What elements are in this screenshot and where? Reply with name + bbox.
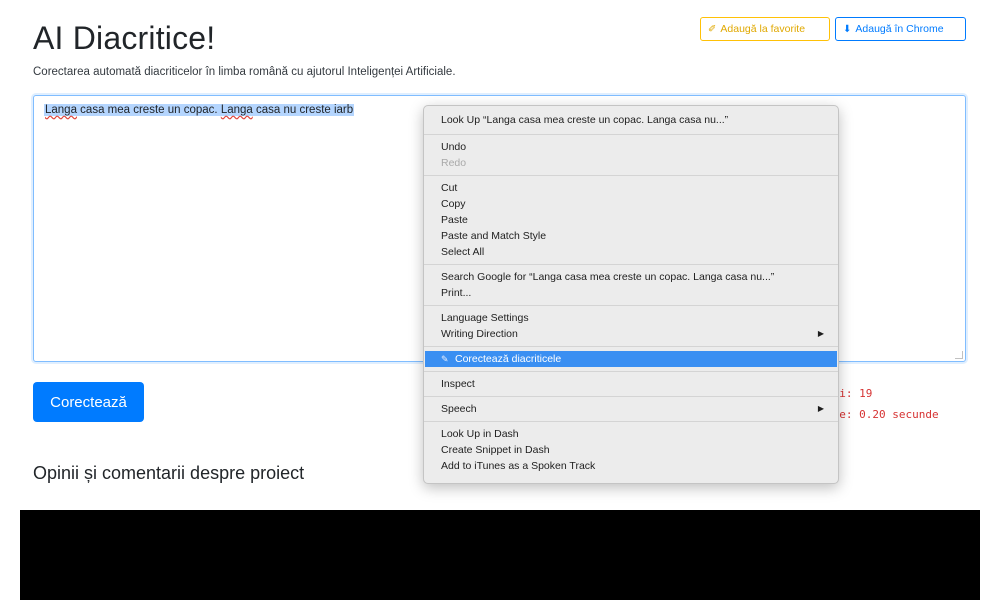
resize-handle-icon[interactable] — [955, 351, 963, 359]
page-title: AI Diacritice! — [33, 20, 216, 56]
add-favorite-button[interactable]: ✐ Adaugă la favorite — [700, 17, 830, 41]
download-icon: ⬇ — [843, 23, 852, 35]
menu-item-label-wrap: ✎ Corectează diacriticele — [441, 351, 561, 367]
menu-item-inspect[interactable]: Inspect — [424, 376, 838, 392]
menu-separator — [424, 175, 838, 176]
menu-item-label: Look Up in Dash — [441, 428, 519, 440]
submenu-arrow-icon: ▶ — [817, 404, 824, 413]
misspelled-word: Langa — [220, 104, 253, 116]
menu-separator — [424, 305, 838, 306]
menu-item-label: Create Snippet in Dash — [441, 444, 550, 456]
menu-item-label: Redo — [441, 157, 467, 169]
editor-text-segment: casa mea creste un copac. — [76, 104, 221, 116]
menu-item-undo[interactable]: Undo — [424, 139, 838, 155]
menu-item-label: Speech — [441, 403, 477, 415]
menu-item-label: Cut — [441, 182, 458, 194]
menu-item-copy[interactable]: Copy — [424, 196, 838, 212]
menu-item-label: Paste and Match Style — [441, 230, 547, 242]
menu-item-label: Select All — [441, 246, 485, 258]
menu-item-create-snippet[interactable]: Create Snippet in Dash — [424, 442, 838, 458]
menu-item-label: Undo — [441, 141, 467, 153]
menu-separator — [424, 421, 838, 422]
page-subtitle: Corectarea automată diacriticelor în lim… — [33, 66, 456, 78]
black-region — [20, 510, 980, 600]
menu-item-speech[interactable]: Speech ▶ — [424, 401, 838, 417]
menu-separator — [424, 346, 838, 347]
menu-item-paste-match-style[interactable]: Paste and Match Style — [424, 228, 838, 244]
menu-item-label: Writing Direction — [441, 328, 518, 340]
menu-item-label: Add to iTunes as a Spoken Track — [441, 460, 596, 472]
menu-item-look-up-dash[interactable]: Look Up in Dash — [424, 426, 838, 442]
menu-item-print[interactable]: Print... — [424, 285, 838, 301]
editor-selected-text[interactable]: Langa casa mea creste un copac. Langa ca… — [44, 104, 355, 116]
menu-item-writing-direction[interactable]: Writing Direction ▶ — [424, 326, 838, 342]
menu-item-redo: Redo — [424, 155, 838, 171]
menu-item-language-settings[interactable]: Language Settings — [424, 310, 838, 326]
menu-separator — [424, 371, 838, 372]
editor-text-segment: casa nu creste iarb — [252, 104, 354, 116]
menu-item-label: Copy — [441, 198, 466, 210]
menu-separator — [424, 134, 838, 135]
menu-item-corecteaza-diacriticele[interactable]: ✎ Corectează diacriticele — [425, 351, 837, 367]
menu-separator — [424, 396, 838, 397]
menu-item-label: Inspect — [441, 378, 475, 390]
menu-item-select-all[interactable]: Select All — [424, 244, 838, 260]
pencil-icon: ✐ — [708, 23, 717, 35]
add-chrome-button[interactable]: ⬇ Adaugă în Chrome — [835, 17, 966, 41]
menu-item-label: Print... — [441, 287, 472, 299]
misspelled-word: Langa — [45, 104, 77, 116]
menu-item-label: Paste — [441, 214, 468, 226]
submenu-arrow-icon: ▶ — [817, 329, 824, 338]
extension-icon: ✎ — [441, 354, 449, 364]
menu-item-paste[interactable]: Paste — [424, 212, 838, 228]
menu-item-search-google[interactable]: Search Google for “Langa casa mea creste… — [424, 269, 838, 285]
menu-item-look-up[interactable]: Look Up “Langa casa mea creste un copac.… — [424, 111, 838, 130]
context-menu: Look Up “Langa casa mea creste un copac.… — [423, 105, 839, 484]
stat-time: are: 0.20 secunde — [826, 408, 939, 421]
menu-item-add-itunes[interactable]: Add to iTunes as a Spoken Track — [424, 458, 838, 474]
menu-item-label: Corectează diacriticele — [455, 353, 562, 365]
menu-item-label: Search Google for “Langa casa mea creste… — [441, 271, 775, 283]
menu-item-label: Language Settings — [441, 312, 529, 324]
correct-button[interactable]: Corectează — [33, 382, 144, 422]
add-chrome-label: Adaugă în Chrome — [855, 23, 944, 35]
menu-item-cut[interactable]: Cut — [424, 180, 838, 196]
comments-heading: Opinii și comentarii despre proiect — [33, 463, 305, 483]
add-favorite-label: Adaugă la favorite — [720, 23, 806, 35]
menu-separator — [424, 264, 838, 265]
menu-item-label: Look Up “Langa casa mea creste un copac.… — [441, 114, 729, 126]
